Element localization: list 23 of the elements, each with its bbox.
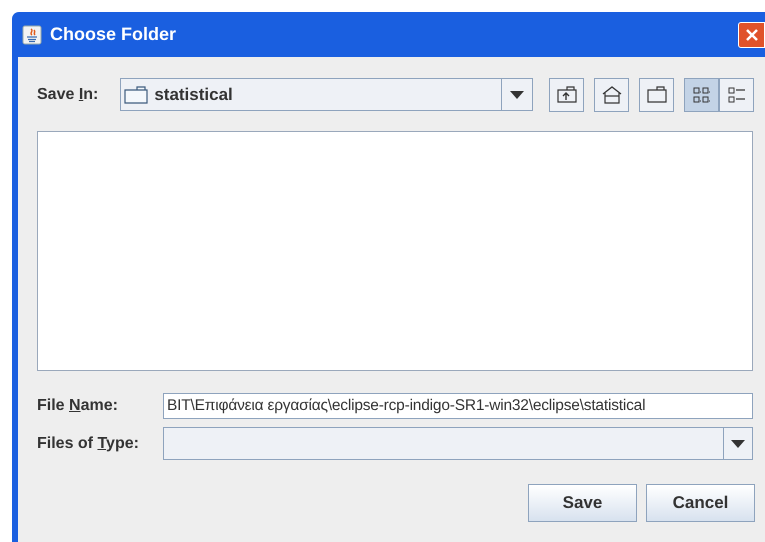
folder-icon — [646, 84, 668, 104]
toolbar-button[interactable] — [594, 78, 629, 112]
app-icon — [22, 24, 42, 44]
dialog-button[interactable]: Save — [528, 484, 637, 522]
files-of-type-label: Files of Type: — [37, 434, 140, 454]
file-name-field[interactable]: BIT\Επιφάνεια εργασίας\eclipse-rcp-indigo-SR1-win32\eclipse\statistical — [163, 393, 753, 419]
toolbar-button[interactable] — [549, 78, 584, 112]
home-icon — [600, 84, 622, 104]
toolbar-button[interactable] — [719, 78, 754, 112]
details-view-icon — [726, 84, 748, 104]
close-button[interactable] — [738, 22, 765, 48]
window-title: Choose Folder — [50, 23, 178, 46]
folder-name: statistical — [154, 84, 234, 106]
toolbar-button[interactable] — [639, 78, 674, 112]
save-in-combo[interactable]: statistical — [120, 78, 533, 111]
toolbar-button[interactable] — [684, 78, 719, 112]
folder-icon — [124, 86, 148, 104]
dialog-button[interactable]: Cancel — [646, 484, 755, 522]
close-icon — [744, 28, 758, 42]
file-name-label: File Name: — [37, 396, 119, 416]
save-in-label: Save In: — [37, 84, 100, 104]
list-view-icon — [690, 84, 712, 104]
up-folder-icon — [556, 84, 578, 104]
